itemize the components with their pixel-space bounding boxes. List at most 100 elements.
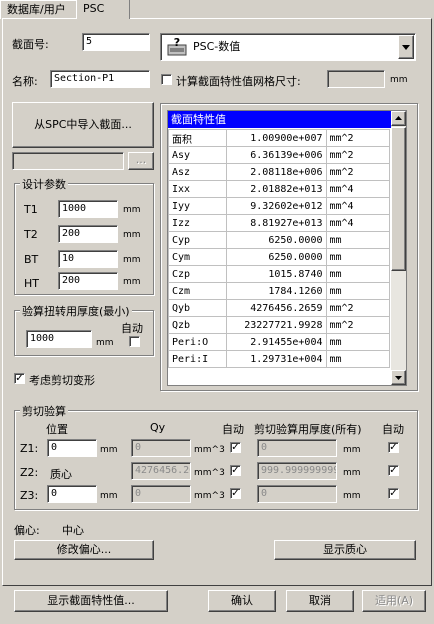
prop-unit: mm [325,333,390,351]
scroll-up-icon[interactable] [391,111,406,126]
z3-auto-checkbox[interactable]: ✓ [230,488,241,499]
section-no-label: 截面号: [12,38,49,51]
z3-qy-input[interactable]: 0 [131,485,191,503]
prop-unit: mm^2 [325,129,390,147]
z2-thickness-unit: mm [343,468,361,478]
shear-check-title: 剪切验算 [20,403,68,419]
col-auto-label: 自动 [222,423,244,436]
z2-auto2-checkbox[interactable]: ✓ [388,465,399,476]
prop-name: Czp [168,265,227,283]
param-t1-input[interactable]: 1000 [58,200,118,218]
table-row[interactable]: Ixx 2.01882e+013 mm^4 [168,180,390,198]
prop-unit: mm [325,350,390,368]
table-row[interactable]: Qyb 4276456.2659 mm^2 [168,299,390,317]
props-table-grid: 面积 1.00900e+007 mm^2 Asy 6.36139e+006 mm^2 A… [168,129,390,368]
z2-position-value: 质心 [50,468,72,481]
prop-value: 9.32602e+012 [225,197,327,215]
section-type-dropdown[interactable]: ? PSC-数值 [160,33,416,61]
z3-thickness-input[interactable]: 0 [257,485,337,503]
import-from-spc-button[interactable]: 从SPC中导入截面... [12,102,154,148]
table-row[interactable]: Cyp 6250.0000 mm [168,231,390,249]
calc-mesh-input[interactable] [327,70,385,88]
z2-thickness-input[interactable]: 999.999999999 [257,462,337,480]
param-bt-unit: mm [123,255,141,265]
tab-psc[interactable]: PSC [76,0,130,19]
prop-unit: mm^2 [325,163,390,181]
table-row[interactable]: Asz 2.08118e+006 mm^2 [168,163,390,181]
prop-value: 6250.0000 [225,248,327,266]
table-row[interactable]: Qzb 23227721.9928 mm^2 [168,316,390,334]
table-row[interactable]: Czm 1784.1260 mm [168,282,390,300]
chevron-down-icon[interactable] [398,35,414,59]
name-label: 名称: [12,75,38,88]
z3-position-input[interactable]: 0 [47,485,97,503]
table-row[interactable]: Peri:I 1.29731e+004 mm [168,350,390,368]
props-scrollbar[interactable] [391,111,406,385]
table-row[interactable]: Czp 1015.8740 mm [168,265,390,283]
name-input[interactable]: Section-P1 [50,70,150,88]
tab-database-user[interactable]: 数据库/用户 [0,0,78,19]
file-path-input[interactable] [12,152,124,170]
z3-label: Z3: [20,489,39,502]
z1-auto2-checkbox[interactable]: ✓ [388,442,399,453]
prop-unit: mm [325,282,390,300]
param-ht-input[interactable]: 200 [58,272,118,290]
z2-auto-checkbox[interactable]: ✓ [230,465,241,476]
prop-unit: mm^4 [325,180,390,198]
cancel-button[interactable]: 取消 [286,590,354,612]
z1-qy-input[interactable]: 0 [131,439,191,457]
param-bt-label: BT [24,253,39,266]
section-type-value: PSC-数值 [193,40,241,53]
prop-unit: mm [325,231,390,249]
prop-unit: mm^4 [325,197,390,215]
design-params-title: 设计参数 [20,176,68,192]
prop-name: 面积 [168,129,227,147]
z2-qy-input[interactable]: 4276456.2659 [131,462,191,480]
z1-label: Z1: [20,442,39,455]
z1-auto-checkbox[interactable]: ✓ [230,442,241,453]
prop-name: Cyp [168,231,227,249]
prop-value: 2.91455e+004 [225,333,327,351]
torsion-title: 验算扭转用厚度(最小) [20,303,132,319]
ok-button[interactable]: 确认 [208,590,276,612]
browse-button[interactable]: ... [128,152,154,170]
calc-mesh-checkbox[interactable] [161,74,172,85]
prop-value: 2.01882e+013 [225,180,327,198]
table-row[interactable]: Iyy 9.32602e+012 mm^4 [168,197,390,215]
prop-unit: mm [325,265,390,283]
prop-value: 2.08118e+006 [225,163,327,181]
prop-name: Peri:I [168,350,227,368]
z1-position-input[interactable]: 0 [47,439,97,457]
col-auto2-label: 自动 [382,423,404,436]
prop-name: Asz [168,163,227,181]
z2-label: Z2: [20,466,39,479]
prop-name: Ixx [168,180,227,198]
props-table[interactable]: 截面特性值 面积 1.00900e+007 mm^2 Asy 6.36139e+006… [167,110,407,386]
z3-position-unit: mm [100,491,118,501]
show-props-button[interactable]: 显示截面特性值... [14,590,168,612]
table-row[interactable]: Peri:O 2.91455e+004 mm [168,333,390,351]
table-row[interactable]: Cym 6250.0000 mm [168,248,390,266]
modify-offset-button[interactable]: 修改偏心... [14,540,154,560]
param-t2-input[interactable]: 200 [58,225,118,243]
z3-auto2-checkbox[interactable]: ✓ [388,488,399,499]
shear-deform-checkbox[interactable]: ✓ [14,373,25,384]
scroll-thumb[interactable] [391,127,406,271]
apply-button[interactable]: 适用(A) [362,590,426,612]
prop-name: Peri:O [168,333,227,351]
torsion-input[interactable]: 1000 [26,330,92,348]
table-row[interactable]: 面积 1.00900e+007 mm^2 [168,129,390,147]
torsion-auto-checkbox[interactable] [129,336,140,347]
param-bt-input[interactable]: 10 [58,250,118,268]
table-row[interactable]: Asy 6.36139e+006 mm^2 [168,146,390,164]
prop-unit: mm [325,248,390,266]
section-no-input[interactable]: 5 [82,33,150,51]
z1-thickness-input[interactable]: 0 [257,439,337,457]
table-row[interactable]: Izz 8.81927e+013 mm^4 [168,214,390,232]
calc-mesh-unit: mm [390,75,408,85]
scroll-down-icon[interactable] [391,370,406,385]
calc-mesh-label: 计算截面特性值网格尺寸: [176,75,301,88]
prop-value: 8.81927e+013 [225,214,327,232]
show-centroid-button[interactable]: 显示质心 [274,540,416,560]
param-t1-unit: mm [123,205,141,215]
